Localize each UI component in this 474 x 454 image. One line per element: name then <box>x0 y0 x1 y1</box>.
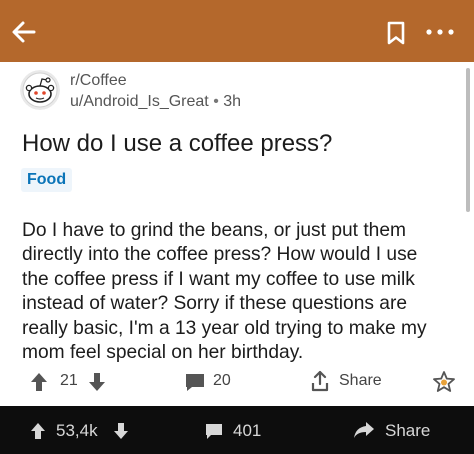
post-body-line: mom feel special on her birthday. <box>22 342 304 364</box>
post-body-line: instead of water? Sorry if these questio… <box>22 293 408 315</box>
post-actions: 21 20 Share <box>0 364 474 400</box>
scrollbar[interactable] <box>466 68 470 212</box>
top-app-bar <box>0 0 474 62</box>
share-icon[interactable] <box>310 370 330 392</box>
post-body-line: directly into the coffee press? How woul… <box>22 244 418 266</box>
share-arrow-icon[interactable] <box>352 420 376 440</box>
bottom-score: 53,4k <box>56 421 98 440</box>
post-body-line: Do I have to grind the beans, or just pu… <box>22 220 406 241</box>
post-meta: u/Android_Is_Great • 3h <box>70 93 241 111</box>
post-body-line: really basic, I'm a 13 year old trying t… <box>22 317 427 339</box>
post-age: 3h <box>223 93 242 110</box>
share-button[interactable]: Share <box>339 372 382 390</box>
bottom-comment-count[interactable]: 401 <box>233 421 261 441</box>
post-body-line: the coffee press if I want my coffee to … <box>22 268 415 290</box>
comment-icon[interactable] <box>184 372 206 392</box>
comment-icon[interactable] <box>204 422 224 440</box>
award-icon[interactable] <box>432 370 456 394</box>
arrow-left-icon[interactable] <box>10 18 38 46</box>
post-body: Do I have to grind the beans, or just pu… <box>22 219 462 365</box>
subreddit-name[interactable]: r/Coffee <box>70 72 127 90</box>
comment-count[interactable]: 20 <box>213 372 231 390</box>
upvote-icon[interactable] <box>30 422 46 440</box>
post-flair[interactable]: Food <box>21 168 73 192</box>
author-name[interactable]: u/Android_Is_Great <box>70 93 209 110</box>
downvote-icon[interactable] <box>113 422 129 440</box>
downvote-icon[interactable] <box>88 372 106 392</box>
bookmark-icon[interactable] <box>384 20 408 46</box>
bottom-action-bar: 53,4k 401 Share <box>0 406 474 454</box>
post-title: How do I use a coffee press? <box>22 130 333 157</box>
more-horizontal-icon[interactable] <box>422 18 458 46</box>
meta-separator: • <box>213 93 219 110</box>
upvote-icon[interactable] <box>30 372 48 392</box>
post-score: 21 <box>60 372 78 389</box>
bottom-share-button[interactable]: Share <box>385 421 430 441</box>
subreddit-avatar-icon[interactable] <box>20 70 60 110</box>
